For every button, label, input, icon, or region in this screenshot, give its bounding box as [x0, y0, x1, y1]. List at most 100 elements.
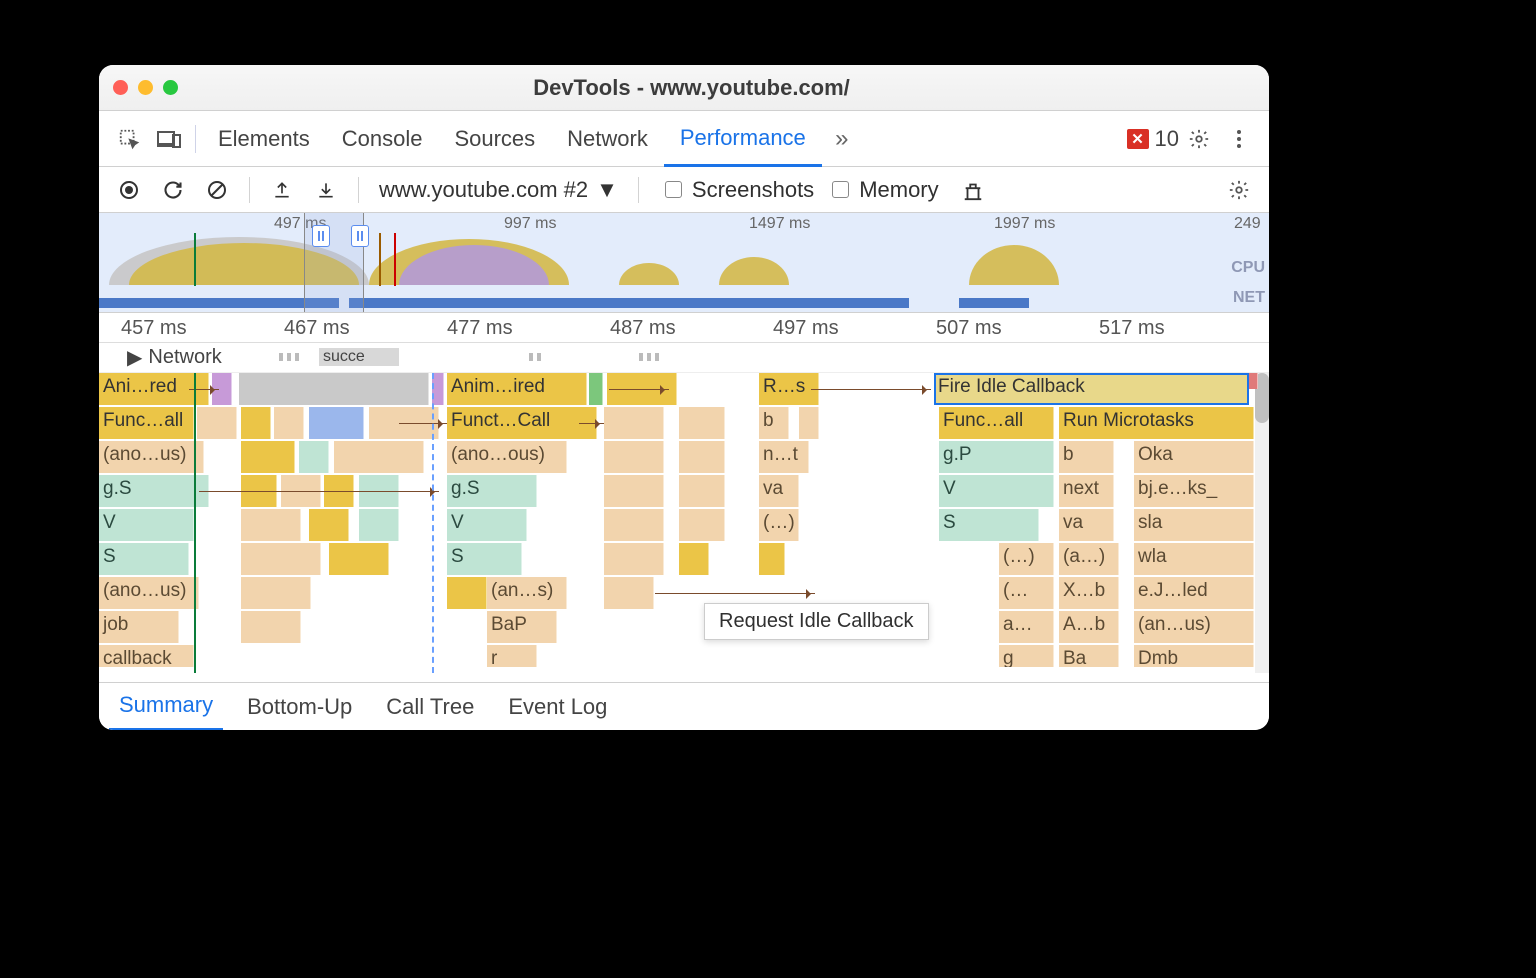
flame-bar[interactable] [679, 543, 709, 575]
flame-bar[interactable] [604, 441, 664, 473]
flame-bar[interactable]: V [447, 509, 527, 541]
flame-bar[interactable]: va [759, 475, 799, 507]
flame-bar[interactable] [679, 441, 725, 473]
tab-network[interactable]: Network [551, 111, 664, 167]
flame-bar[interactable] [241, 441, 295, 473]
flame-bar[interactable]: Func…all [939, 407, 1054, 439]
flame-bar[interactable] [329, 543, 389, 575]
capture-settings-gear-icon[interactable] [1219, 170, 1259, 210]
overview-handle-left[interactable] [312, 225, 330, 247]
flame-bar[interactable]: wla [1134, 543, 1254, 575]
flame-bar[interactable]: V [939, 475, 1054, 507]
flame-bar[interactable] [309, 407, 364, 439]
flame-bar[interactable]: (ano…us) [99, 577, 199, 609]
flame-bar[interactable]: Anim…ired [447, 373, 587, 405]
tab-bottom-up[interactable]: Bottom-Up [237, 683, 362, 731]
tab-summary[interactable]: Summary [109, 683, 223, 731]
flame-bar[interactable] [679, 407, 725, 439]
flame-bar-selected[interactable]: Fire Idle Callback [934, 373, 1249, 405]
flame-bar[interactable] [604, 475, 664, 507]
flame-bar[interactable] [334, 441, 424, 473]
flame-bar[interactable] [799, 407, 819, 439]
tabs-overflow-icon[interactable]: » [822, 119, 862, 159]
flame-bar[interactable]: sla [1134, 509, 1254, 541]
clear-button[interactable] [197, 170, 237, 210]
flame-bar[interactable]: BaP [487, 611, 557, 643]
flame-bar[interactable]: g [999, 645, 1054, 667]
flame-bar[interactable]: Ba [1059, 645, 1119, 667]
tab-elements[interactable]: Elements [202, 111, 326, 167]
flame-bar[interactable]: (…) [999, 543, 1054, 575]
flame-bar[interactable]: V [99, 509, 194, 541]
flame-bar[interactable] [309, 509, 349, 541]
reload-record-button[interactable] [153, 170, 193, 210]
flame-bar[interactable] [241, 611, 301, 643]
flame-bar[interactable] [359, 509, 399, 541]
flame-bar[interactable]: (… [999, 577, 1054, 609]
memory-checkbox[interactable] [832, 181, 849, 198]
flame-bar[interactable]: g.S [447, 475, 537, 507]
tab-console[interactable]: Console [326, 111, 439, 167]
flame-bar[interactable]: g.S [99, 475, 209, 507]
close-dot[interactable] [113, 80, 128, 95]
timeline-overview[interactable]: 497 ms 997 ms 1497 ms 1997 ms 249 CPU NE… [99, 213, 1269, 313]
flame-bar[interactable]: X…b [1059, 577, 1119, 609]
flame-chart[interactable]: Ani…red Anim…ired R…s Fire Idle Callback… [99, 373, 1269, 673]
flame-bar[interactable]: next [1059, 475, 1114, 507]
device-toolbar-icon[interactable] [149, 119, 189, 159]
flame-bar[interactable]: b [1059, 441, 1114, 473]
flame-bar[interactable]: n…t [759, 441, 809, 473]
garbage-collect-icon[interactable] [953, 170, 993, 210]
flame-bar[interactable] [604, 577, 654, 609]
flame-bar[interactable]: (an…s) [487, 577, 567, 609]
flame-bar[interactable] [589, 373, 603, 405]
tab-event-log[interactable]: Event Log [498, 683, 617, 731]
upload-icon[interactable] [262, 170, 302, 210]
kebab-menu-icon[interactable] [1219, 119, 1259, 159]
flame-bar[interactable]: e.J…led [1134, 577, 1254, 609]
flame-bar[interactable]: (an…us) [1134, 611, 1254, 643]
flame-bar[interactable]: job [99, 611, 179, 643]
flame-bar[interactable]: Dmb [1134, 645, 1254, 667]
flame-bar[interactable] [241, 407, 271, 439]
flame-bar[interactable] [679, 509, 725, 541]
flame-bar[interactable]: (ano…ous) [447, 441, 567, 473]
flame-bar[interactable] [241, 509, 301, 541]
flame-bar[interactable]: callback [99, 645, 194, 667]
flame-bar[interactable]: S [447, 543, 522, 575]
flame-bar[interactable]: a… [999, 611, 1054, 643]
flame-bar[interactable] [197, 407, 237, 439]
playhead[interactable] [432, 373, 434, 673]
chevron-right-icon[interactable]: ▶ [127, 345, 142, 370]
record-button[interactable] [109, 170, 149, 210]
settings-gear-icon[interactable] [1179, 119, 1219, 159]
flame-bar[interactable]: (…) [759, 509, 799, 541]
tab-performance[interactable]: Performance [664, 111, 822, 167]
network-track[interactable]: ▶ Network succe [99, 343, 1269, 373]
flame-bar[interactable] [1249, 373, 1258, 389]
flame-bar[interactable] [241, 543, 321, 575]
flame-bar[interactable] [274, 407, 304, 439]
overview-handle-right[interactable] [351, 225, 369, 247]
flame-bar[interactable] [604, 543, 664, 575]
flame-bar[interactable]: S [99, 543, 189, 575]
network-capsule[interactable]: succe [319, 348, 399, 366]
flame-bar[interactable]: R…s [759, 373, 819, 405]
recording-selector[interactable]: www.youtube.com #2▼ [371, 177, 626, 203]
flame-bar[interactable]: b [759, 407, 789, 439]
download-icon[interactable] [306, 170, 346, 210]
flame-bar[interactable]: Oka [1134, 441, 1254, 473]
flame-bar[interactable]: (a…) [1059, 543, 1119, 575]
flame-bar[interactable] [447, 577, 487, 609]
flame-bar[interactable]: va [1059, 509, 1114, 541]
error-badge[interactable]: ✕ 10 [1127, 126, 1179, 152]
screenshots-checkbox[interactable] [665, 181, 682, 198]
flame-bar[interactable]: bj.e…ks_ [1134, 475, 1254, 507]
flame-bar[interactable]: Funct…Call [447, 407, 597, 439]
flame-bar[interactable] [759, 543, 785, 575]
flame-ruler[interactable]: 457 ms 467 ms 477 ms 487 ms 497 ms 507 m… [99, 313, 1269, 343]
flame-bar[interactable]: Func…all [99, 407, 194, 439]
flame-bar[interactable]: r [487, 645, 537, 667]
flame-bar[interactable] [604, 509, 664, 541]
flame-bar[interactable] [679, 475, 725, 507]
